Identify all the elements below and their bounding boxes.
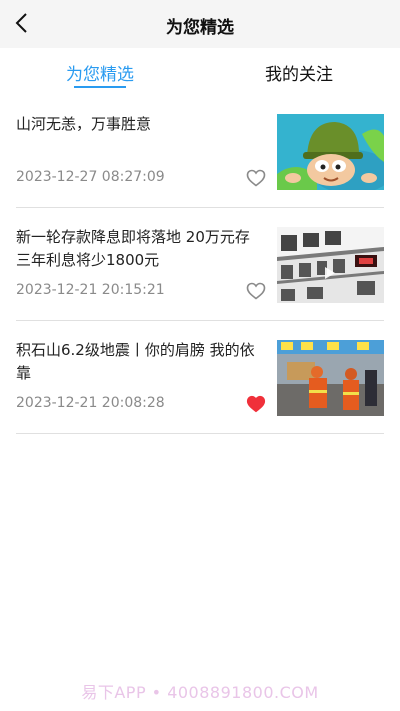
active-tab-indicator — [74, 86, 126, 88]
watermark: 易下APP • 4008891800.COM — [81, 683, 319, 702]
news-item[interactable]: 新一轮存款降息即将落地 20万元存三年利息将少1800元 2023-12-21 … — [16, 214, 384, 321]
heart-outline-icon[interactable] — [246, 282, 266, 300]
news-title: 山河无恙，万事胜意 — [16, 115, 152, 133]
heart-filled-icon[interactable] — [246, 395, 266, 413]
page-title: 为您精选 — [166, 18, 234, 38]
news-date: 2023-12-21 20:15:21 — [16, 282, 165, 298]
rescue-workers-image — [277, 340, 384, 416]
news-date: 2023-12-27 08:27:09 — [16, 169, 165, 185]
nav-bar: 为您精选 — [0, 0, 400, 48]
news-item[interactable]: 积石山6.2级地震丨你的肩膀 我的依靠 2023-12-21 20:08:28 — [16, 327, 384, 434]
cartoon-soldier-image — [277, 114, 384, 190]
news-date: 2023-12-21 20:08:28 — [16, 395, 165, 411]
news-list: 山河无恙，万事胜意 2023-12-27 08:27:09 新一轮存款降息即将落… — [16, 101, 384, 434]
heart-outline-icon[interactable] — [246, 169, 266, 187]
news-title: 积石山6.2级地震丨你的肩膀 我的依靠 — [16, 341, 255, 382]
bank-rate-board-image — [277, 227, 384, 303]
tab-following[interactable]: 我的关注 — [265, 60, 333, 85]
tab-bar: 为您精选 我的关注 — [0, 48, 400, 94]
news-item[interactable]: 山河无恙，万事胜意 2023-12-27 08:27:09 — [16, 101, 384, 208]
news-title: 新一轮存款降息即将落地 20万元存三年利息将少1800元 — [16, 228, 250, 269]
tab-recommended[interactable]: 为您精选 — [66, 60, 134, 85]
